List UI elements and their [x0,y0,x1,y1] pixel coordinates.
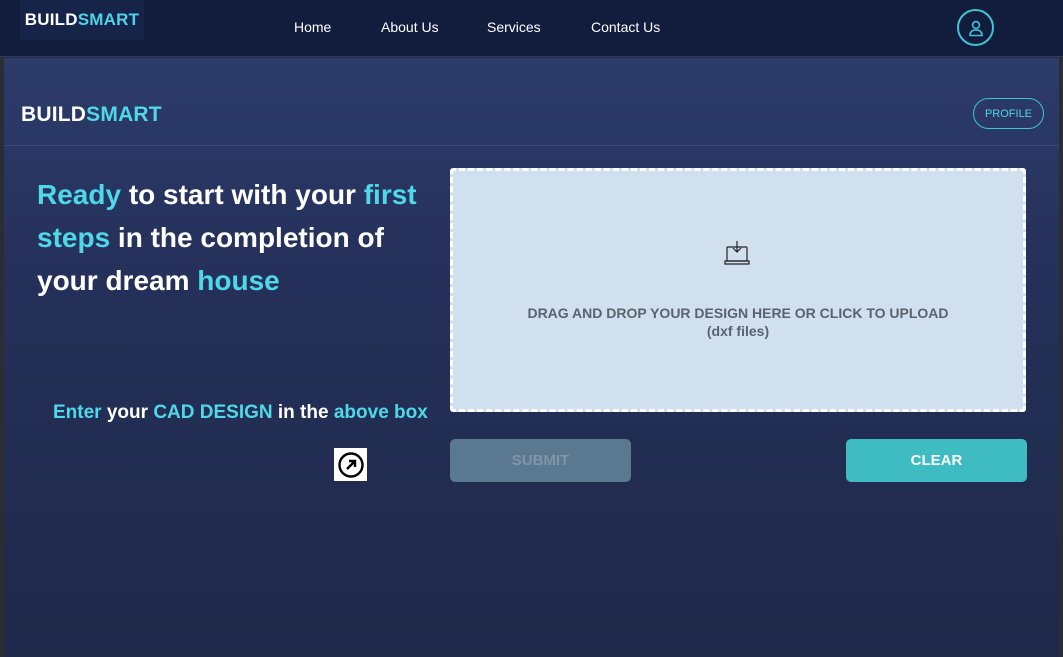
dropzone-line-2: (dxf files) [706,323,770,339]
file-dropzone[interactable]: DRAG AND DROP YOUR DESIGN HERE OR CLICK … [450,168,1026,412]
header-divider [4,145,1059,146]
hint-text-2: in the [272,402,334,423]
headline-accent-ready: Ready [37,179,122,210]
user-account-button[interactable] [957,9,994,46]
clear-button[interactable]: CLEAR [846,439,1027,482]
main-content: BUILDSMART PROFILE Ready to start with y… [4,58,1059,657]
upload-hint: Enter your CAD DESIGN in the above box [53,400,433,425]
submit-button[interactable]: SUBMIT [450,439,631,482]
brand-part-build: BUILD [21,103,87,126]
logo-part-smart: SMART [77,10,140,29]
logo-part-build: BUILD [24,10,78,29]
top-navbar: BUILD SMART Home About Us Services Contac… [0,0,1063,57]
nav-home-link[interactable]: Home [294,19,331,35]
nav-about-link[interactable]: About Us [381,19,439,35]
dropzone-instructions: DRAG AND DROP YOUR DESIGN HERE OR CLICK … [453,304,1023,340]
hero-headline: Ready to start with your first steps in … [37,173,417,302]
brand-part-smart: SMART [86,103,162,126]
dropzone-line-1: DRAG AND DROP YOUR DESIGN HERE OR CLICK … [527,305,949,321]
user-icon [968,20,983,36]
hint-text-1: your [101,402,154,423]
download-tray-icon [724,241,750,265]
page-brand: BUILDSMART [21,103,162,127]
hint-accent-above-box: above box [333,402,428,423]
headline-text-1: to start with your [121,179,364,210]
headline-accent-house: house [197,265,280,296]
profile-button[interactable]: PROFILE [973,98,1044,129]
hint-accent-enter: Enter [53,402,102,423]
logo[interactable]: BUILD SMART [20,0,144,40]
nav-services-link[interactable]: Services [487,19,541,35]
nav-contact-link[interactable]: Contact Us [591,19,660,35]
hint-accent-cad-design: CAD DESIGN [153,402,273,423]
arrow-up-right-circle-icon [334,448,367,481]
